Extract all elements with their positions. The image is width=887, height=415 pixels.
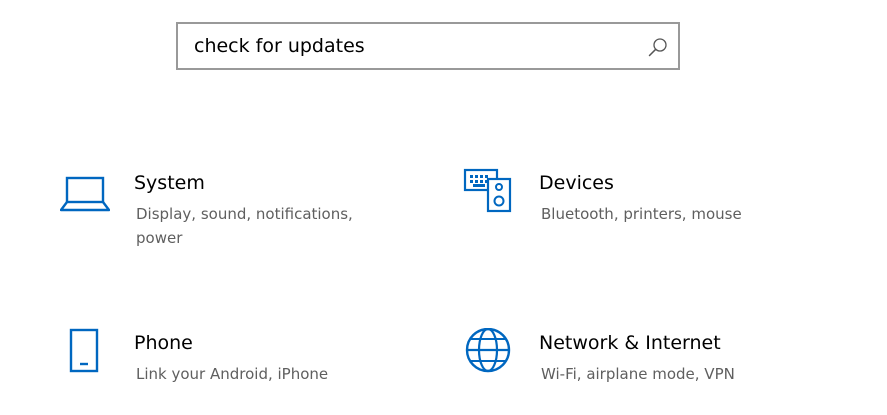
tile-system[interactable]: System Display, sound, notifications, po… (58, 168, 388, 258)
tile-title: System (134, 172, 205, 194)
search-input[interactable] (178, 24, 618, 68)
tile-description: Bluetooth, printers, mouse (541, 205, 742, 223)
tile-description: Wi-Fi, airplane mode, VPN (541, 365, 735, 383)
search-icon[interactable] (647, 36, 669, 58)
devices-icon (463, 168, 512, 213)
tile-network-internet[interactable]: Network & Internet Wi-Fi, airplane mode,… (463, 328, 793, 398)
laptop-icon (60, 176, 110, 212)
search-box[interactable] (176, 22, 680, 70)
tile-phone[interactable]: Phone Link your Android, iPhone (58, 328, 388, 398)
tile-devices[interactable]: Devices Bluetooth, printers, mouse (463, 168, 793, 258)
tile-description: Display, sound, notifications, power (136, 205, 353, 247)
settings-home: System Display, sound, notifications, po… (0, 0, 887, 415)
tile-title: Network & Internet (539, 332, 721, 354)
phone-icon (69, 328, 99, 373)
tile-title: Devices (539, 172, 614, 194)
tile-title: Phone (134, 332, 193, 354)
globe-icon (465, 328, 511, 373)
tile-description: Link your Android, iPhone (136, 365, 329, 383)
